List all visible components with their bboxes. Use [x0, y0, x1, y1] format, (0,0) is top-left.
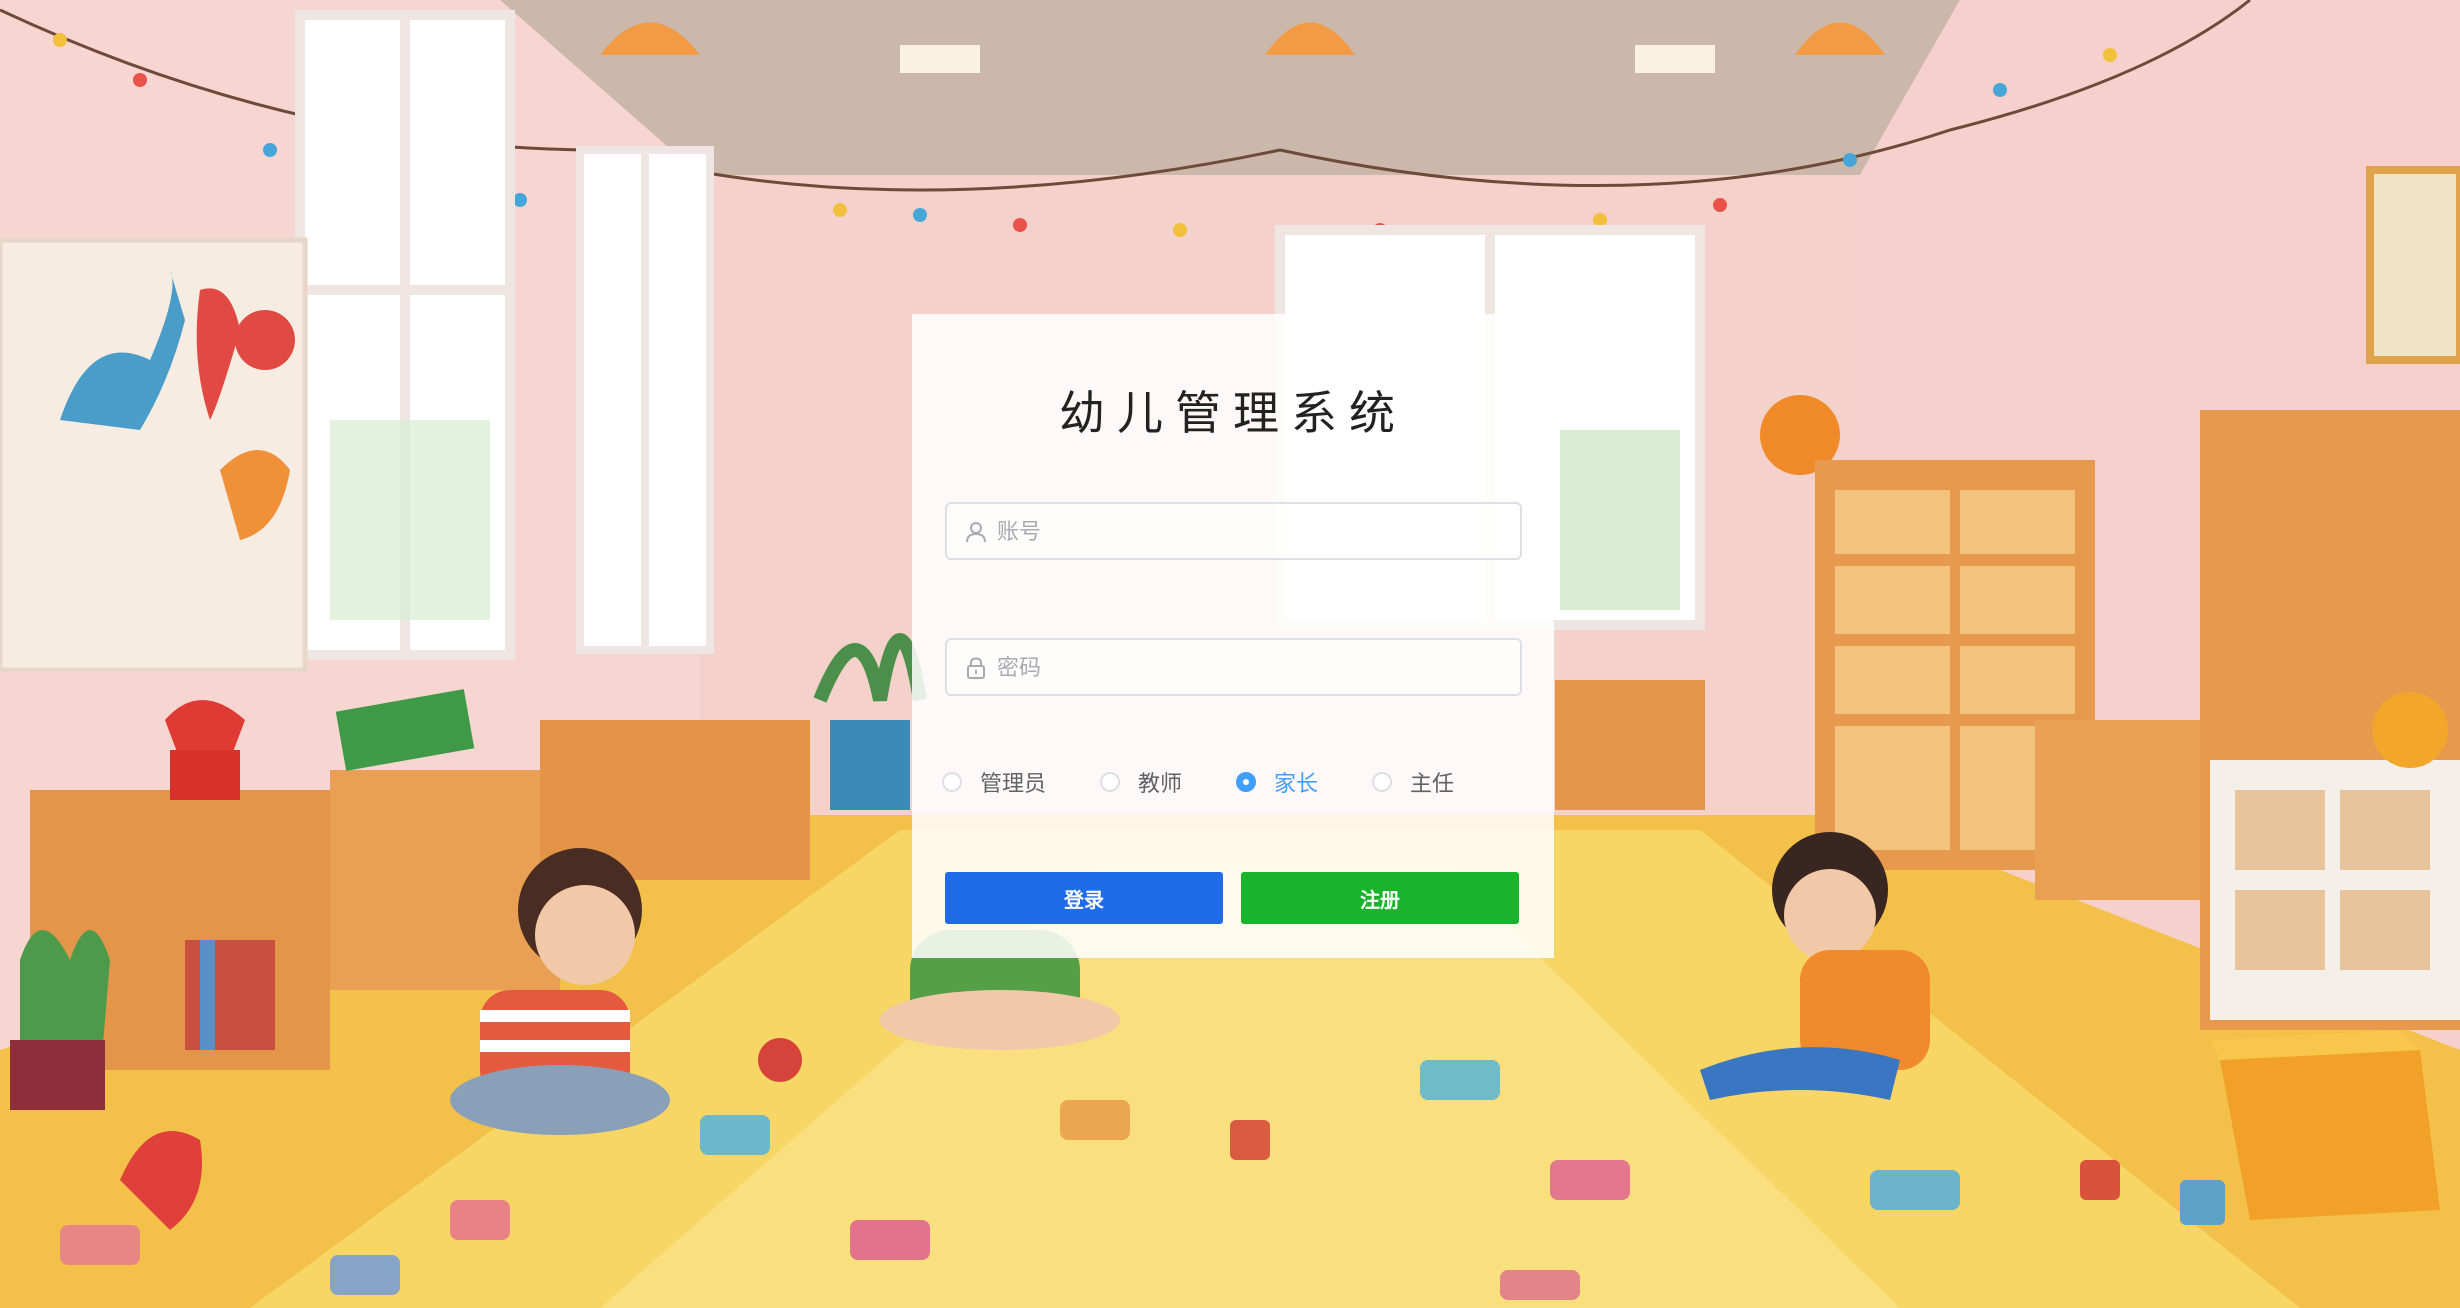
- radio-circle[interactable]: [1100, 772, 1120, 792]
- role-label: 家长: [1274, 772, 1319, 797]
- radio-circle[interactable]: [1372, 772, 1392, 792]
- login-title: 幼儿管理系统: [1059, 386, 1407, 440]
- account-field[interactable]: [945, 502, 1522, 560]
- login-page: 幼儿管理系统 管理员 教师: [0, 0, 2460, 1308]
- user-icon: [966, 522, 986, 543]
- radio-circle[interactable]: [1236, 772, 1256, 792]
- role-label: 管理员: [980, 772, 1047, 797]
- role-label: 主任: [1410, 772, 1455, 797]
- role-radio-admin[interactable]: 管理员: [942, 762, 1046, 802]
- register-button[interactable]: 注册: [1241, 872, 1519, 924]
- password-field[interactable]: [945, 638, 1522, 696]
- password-input[interactable]: [995, 640, 1509, 696]
- role-label: 教师: [1138, 772, 1183, 797]
- account-input[interactable]: [995, 504, 1509, 560]
- role-radio-teacher[interactable]: 教师: [1100, 762, 1182, 802]
- radio-circle[interactable]: [942, 772, 962, 792]
- role-radio-group: 管理员 教师 家长 主任: [942, 762, 1542, 802]
- login-button[interactable]: 登录: [945, 872, 1223, 924]
- role-radio-parent[interactable]: 家长: [1236, 762, 1318, 802]
- role-radio-director[interactable]: 主任: [1372, 762, 1454, 802]
- login-card: 幼儿管理系统 管理员 教师: [912, 314, 1554, 958]
- lock-icon: [967, 657, 985, 679]
